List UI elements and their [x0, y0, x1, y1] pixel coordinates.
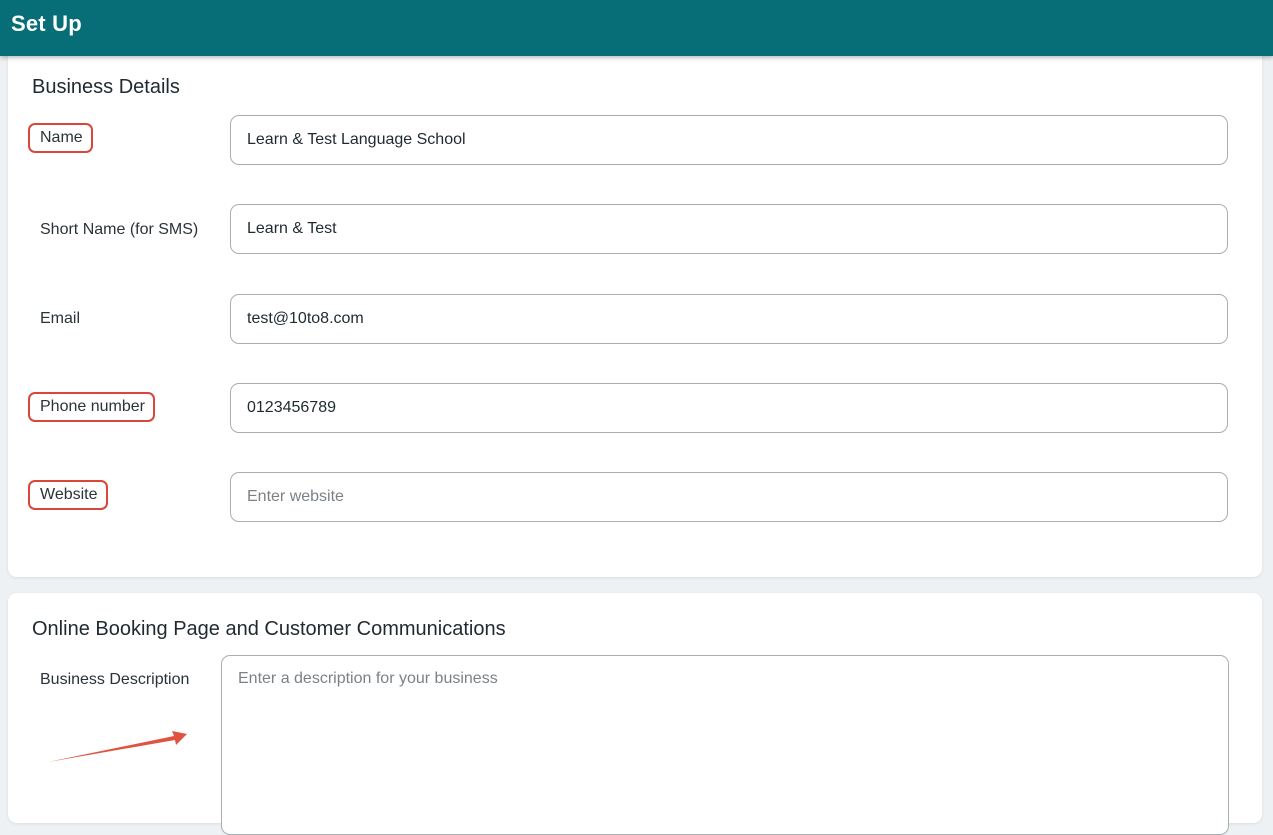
business-description-textarea[interactable] — [221, 655, 1229, 835]
website-label: Website — [28, 480, 108, 510]
website-input[interactable] — [230, 472, 1228, 522]
page-title: Set Up — [11, 11, 82, 36]
online-booking-heading: Online Booking Page and Customer Communi… — [32, 618, 506, 640]
business-description-label: Business Description — [40, 671, 190, 688]
name-label: Name — [28, 123, 93, 153]
annotation-arrow-icon — [48, 731, 187, 762]
short-name-input[interactable] — [230, 204, 1228, 254]
email-input[interactable] — [230, 294, 1228, 344]
top-bar: Set Up — [0, 0, 1273, 56]
online-booking-card: Online Booking Page and Customer Communi… — [8, 593, 1262, 835]
phone-number-label: Phone number — [28, 392, 155, 422]
business-details-heading: Business Details — [32, 76, 180, 98]
phone-number-input[interactable] — [230, 383, 1228, 433]
name-input[interactable] — [230, 115, 1228, 165]
email-label: Email — [40, 310, 81, 327]
short-name-label: Short Name (for SMS) — [40, 221, 199, 238]
business-details-card: Business Details Name Short Name (for SM… — [8, 52, 1262, 577]
